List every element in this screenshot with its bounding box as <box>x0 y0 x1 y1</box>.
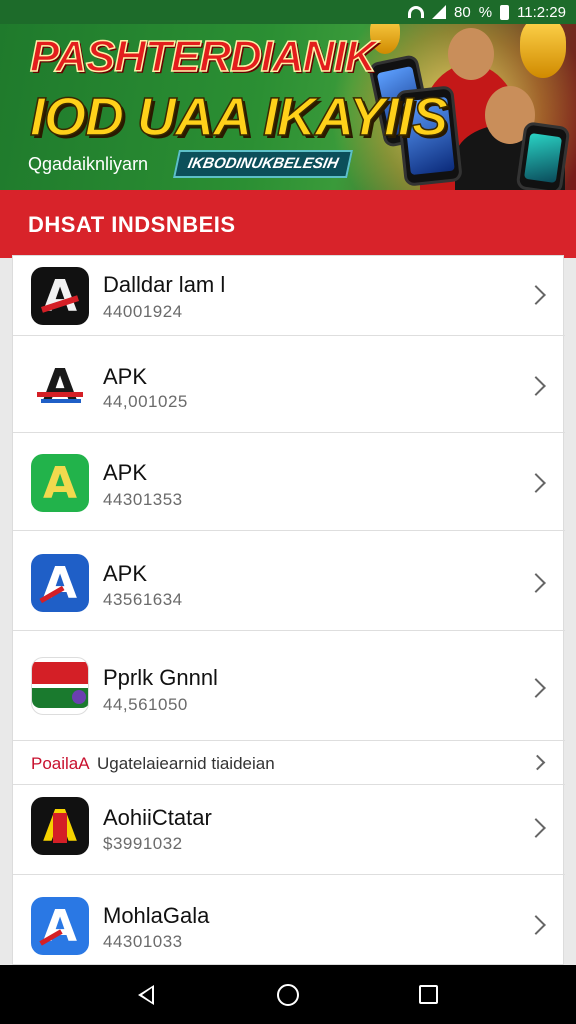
chevron-right-icon <box>526 376 546 396</box>
a-logo-black-red-icon: A <box>31 267 89 325</box>
subheader-label: PoailaA <box>31 754 90 773</box>
chevron-right-icon <box>526 473 546 493</box>
a-logo-tricolor-icon: A <box>31 356 89 414</box>
person-head <box>448 28 494 80</box>
list-item[interactable]: A AohiiCtatar $3991032 <box>13 785 565 875</box>
section-title: DHSAT INDSNBEIS <box>28 212 236 237</box>
subheader-text: Ugatelaiearnid tiaideian <box>97 754 275 773</box>
app-code: 44,001025 <box>103 392 188 411</box>
list-item[interactable]: A Dalldar lam l 44001924 <box>13 256 565 336</box>
list-item[interactable]: A APK 43561634 <box>13 531 565 631</box>
navigation-bar <box>0 965 576 1024</box>
status-bar: 80 % 11:2:29 <box>0 0 576 24</box>
a-logo-blue-light-icon: A <box>31 897 89 955</box>
app-code: 43561634 <box>103 590 183 609</box>
banner-tagline: Qgadaiknliyarn <box>28 154 149 174</box>
app-name: APK <box>103 460 148 485</box>
a-logo-green-icon: A <box>31 454 89 512</box>
app-name: Dalldar lam l <box>103 272 226 297</box>
section-header: DHSAT INDSNBEIS <box>0 190 576 258</box>
a-logo-yellow-icon: A <box>31 797 89 855</box>
chevron-right-icon <box>526 915 546 935</box>
app-name: APK <box>103 561 148 586</box>
promo-banner[interactable]: PASHTERDIANIK IOD UAA IKAYIIS Qgadaiknli… <box>0 24 576 190</box>
store-badge-icon <box>31 657 89 715</box>
status-percent: % <box>478 3 493 21</box>
banner-pill[interactable]: IKBODINUKBELESIH <box>173 150 353 178</box>
app-name: APK <box>103 364 148 389</box>
battery-icon <box>500 4 510 20</box>
list-item[interactable]: A APK 44301353 <box>13 433 565 531</box>
list-item[interactable]: A MohlaGala 44301033 <box>13 875 565 965</box>
list-subheader[interactable]: PoailaA Ugatelaiearnid tiaideian <box>13 741 565 785</box>
app-code: 44001924 <box>103 302 183 321</box>
app-name: MohlaGala <box>103 903 210 928</box>
banner-headline-1: PASHTERDIANIK <box>29 31 377 82</box>
chevron-right-icon <box>526 818 546 838</box>
status-time: 11:2:29 <box>517 3 566 21</box>
phone-image <box>515 121 571 190</box>
wifi-icon <box>408 6 425 18</box>
back-icon[interactable] <box>138 985 154 1005</box>
chevron-right-icon <box>526 285 546 305</box>
banner-headline-2: IOD UAA IKAYIIS <box>29 86 449 148</box>
chevron-right-icon <box>529 754 546 771</box>
app-name: AohiiCtatar <box>103 805 212 830</box>
app-code: 44301353 <box>103 490 183 509</box>
app-name: Pprlk Gnnnl <box>103 665 218 690</box>
a-logo-blue-icon: A <box>31 554 89 612</box>
app-code: 44,561050 <box>103 695 188 714</box>
app-list: A Dalldar lam l 44001924 A APK 44,001025… <box>12 255 565 965</box>
signal-icon <box>432 5 447 19</box>
app-code: $3991032 <box>103 834 183 853</box>
list-item[interactable]: A APK 44,001025 <box>13 336 565 433</box>
list-item[interactable]: Pprlk Gnnnl 44,561050 <box>13 631 565 741</box>
app-code: 44301033 <box>103 932 183 951</box>
chevron-right-icon <box>526 573 546 593</box>
home-icon[interactable] <box>277 984 299 1006</box>
status-left-text: 80 <box>454 3 471 21</box>
chevron-right-icon <box>526 678 546 698</box>
recent-apps-icon[interactable] <box>419 985 438 1004</box>
